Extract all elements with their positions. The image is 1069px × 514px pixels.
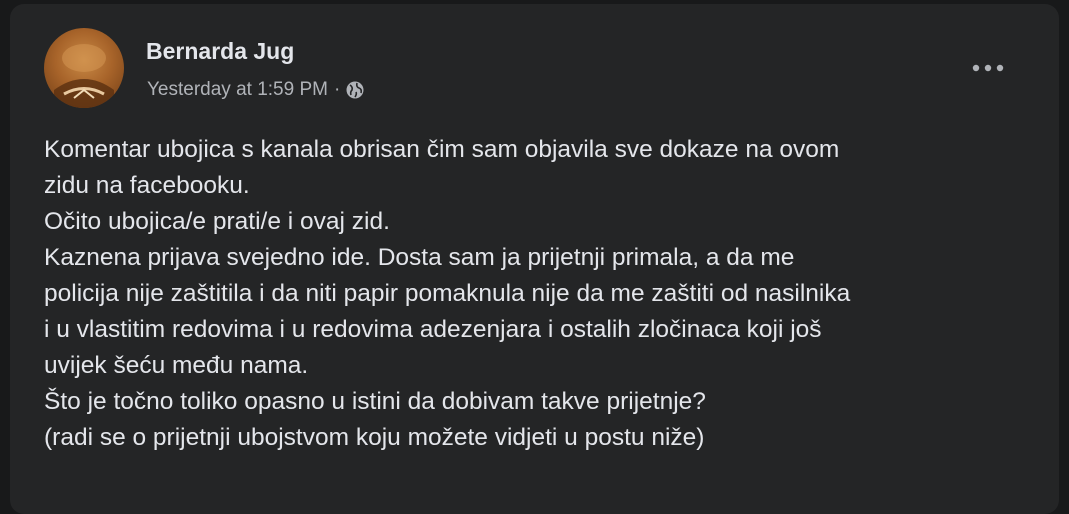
- globe-icon[interactable]: [345, 80, 365, 100]
- post-text-line: Komentar ubojica s kanala obrisan čim sa…: [44, 136, 840, 163]
- more-options-icon: [972, 64, 1004, 72]
- avatar[interactable]: [44, 28, 124, 108]
- post-text-line: Očito ubojica/e prati/e i ovaj zid.: [44, 208, 390, 235]
- more-options-button[interactable]: [966, 52, 1010, 84]
- post-timestamp[interactable]: Yesterday at 1:59 PM: [147, 79, 328, 101]
- post-body: Komentar ubojica s kanala obrisan čim sa…: [44, 132, 1034, 456]
- post-text-line: uvijek šeću među nama.: [44, 352, 309, 379]
- post-text-line: policija nije zaštitila i da niti papir …: [44, 280, 851, 307]
- post-meta: Yesterday at 1:59 PM ·: [147, 79, 365, 101]
- avatar-image: [54, 44, 114, 108]
- post-card: Bernarda Jug Yesterday at 1:59 PM · Kome…: [10, 4, 1059, 514]
- meta-separator: ·: [333, 79, 341, 100]
- post-text-line: zidu na facebooku.: [44, 172, 250, 199]
- author-name[interactable]: Bernarda Jug: [146, 38, 294, 65]
- post-text-line: (radi se o prijetnji ubojstvom koju može…: [44, 424, 705, 451]
- post-text-line: i u vlastitim redovima i u redovima adez…: [44, 316, 822, 343]
- post-text-line: Što je točno toliko opasno u istini da d…: [44, 388, 706, 415]
- post-text-line: Kaznena prijava svejedno ide. Dosta sam …: [44, 244, 795, 271]
